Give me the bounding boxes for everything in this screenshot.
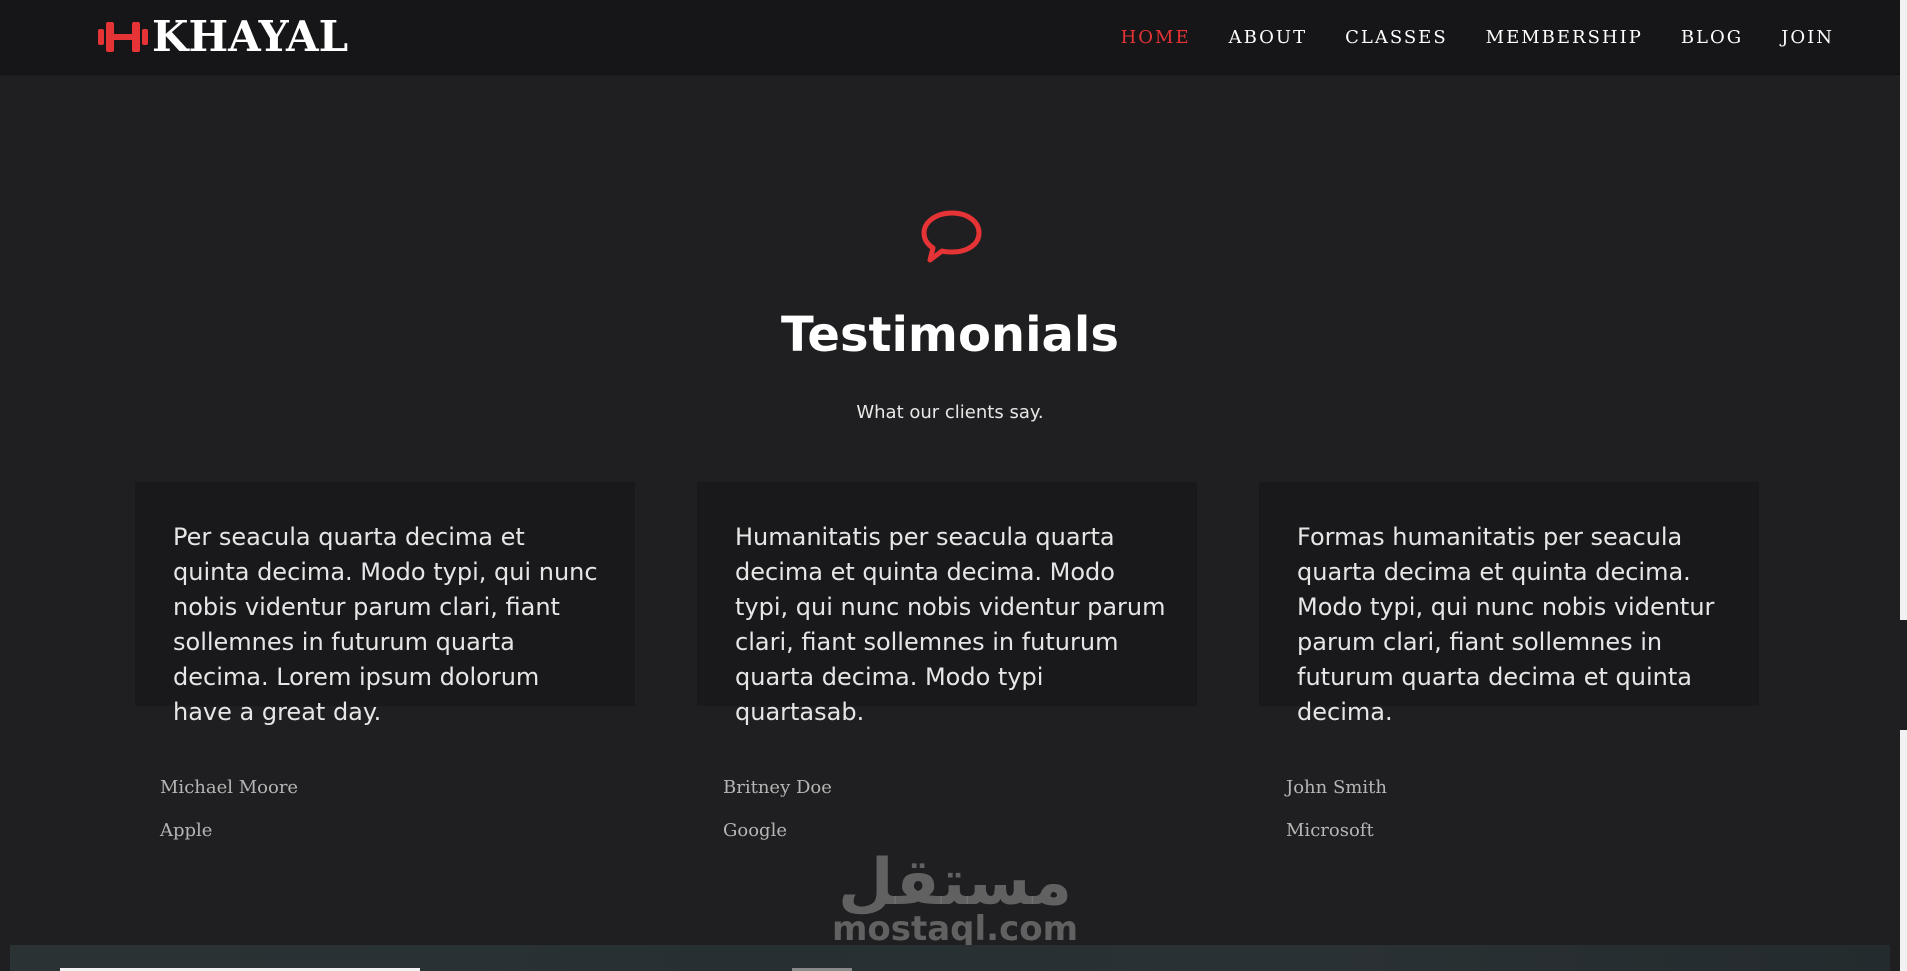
scrollbar-track[interactable]	[1900, 0, 1907, 971]
testimonial-card: Per seacula quarta decima et quinta deci…	[135, 482, 635, 726]
testimonial-author: John Smith	[1286, 777, 1387, 798]
nav-item-classes: CLASSES	[1326, 27, 1467, 48]
testimonial-company: Microsoft	[1286, 820, 1374, 841]
nav-link-membership[interactable]: MEMBERSHIP	[1467, 27, 1662, 48]
nav-link-about[interactable]: ABOUT	[1210, 27, 1327, 48]
testimonial-quote: Per seacula quarta decima et quinta deci…	[173, 523, 598, 726]
testimonial-card: Formas humanitatis per seacula quarta de…	[1259, 482, 1759, 726]
nav-item-join: JOIN	[1762, 27, 1853, 48]
logo-link[interactable]: KHAYAL	[98, 12, 348, 62]
testimonial-author: Britney Doe	[723, 777, 832, 798]
page: KHAYAL HOME ABOUT CLASSES MEMBERSHIP BLO…	[0, 0, 1907, 971]
logo-text: KHAYAL	[152, 12, 349, 61]
nav-item-membership: MEMBERSHIP	[1467, 27, 1662, 48]
watermark: مستقل mostaql.com	[830, 848, 1080, 948]
testimonial-card: Humanitatis per seacula quarta decima et…	[697, 482, 1197, 726]
section-subtitle: What our clients say.	[856, 402, 1044, 423]
nav-item-about: ABOUT	[1210, 27, 1327, 48]
nav-item-blog: BLOG	[1662, 27, 1762, 48]
testimonial-author: Michael Moore	[160, 777, 299, 798]
scrollbar-thumb[interactable]	[1900, 620, 1907, 730]
main-nav: HOME ABOUT CLASSES MEMBERSHIP BLOG JOIN	[1102, 0, 1853, 74]
dumbbell-icon	[98, 22, 148, 52]
nav-link-classes[interactable]: CLASSES	[1326, 27, 1467, 48]
watermark-arabic: مستقل	[837, 846, 1073, 920]
testimonial-company: Google	[723, 820, 787, 841]
nav-item-home: HOME	[1102, 27, 1210, 48]
section-title: Testimonials	[781, 307, 1119, 363]
testimonial-company: Apple	[160, 820, 213, 841]
navbar: KHAYAL HOME ABOUT CLASSES MEMBERSHIP BLO…	[0, 0, 1900, 74]
testimonial-quote: Formas humanitatis per seacula quarta de…	[1297, 523, 1715, 726]
watermark-latin: mostaql.com	[831, 909, 1079, 949]
speech-bubble-icon	[921, 210, 982, 263]
testimonial-quote: Humanitatis per seacula quarta decima et…	[735, 523, 1166, 726]
nav-link-join[interactable]: JOIN	[1762, 27, 1853, 48]
nav-link-home[interactable]: HOME	[1102, 27, 1210, 48]
nav-link-blog[interactable]: BLOG	[1662, 27, 1762, 48]
